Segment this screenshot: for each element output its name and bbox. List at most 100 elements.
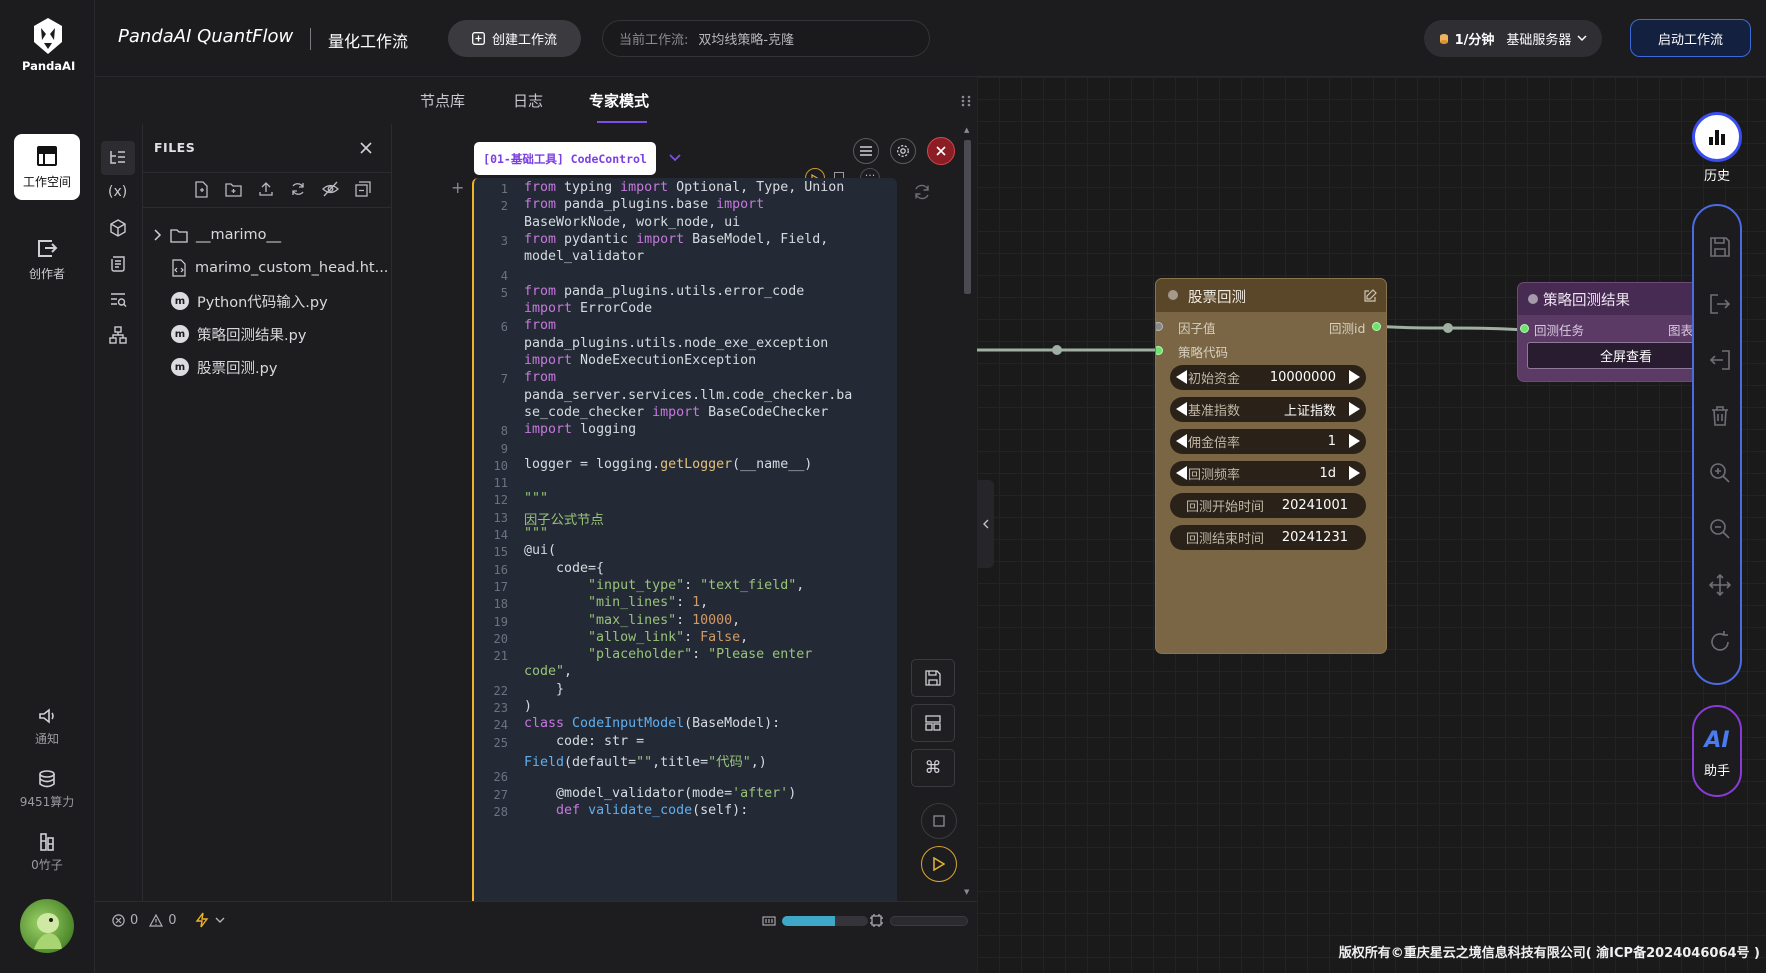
field-frequency[interactable]: 回测频率 1d xyxy=(1170,461,1366,486)
new-folder-icon[interactable] xyxy=(225,182,242,197)
refresh-icon[interactable] xyxy=(290,181,306,197)
fit-view-icon[interactable] xyxy=(1708,573,1732,597)
tree-item-html[interactable]: marimo_custom_head.ht... xyxy=(171,255,388,281)
tab-node-library[interactable]: 节点库 xyxy=(420,90,465,111)
scroll-up-icon[interactable]: ▲ xyxy=(964,126,969,134)
trash-icon[interactable] xyxy=(1708,404,1732,428)
chevron-down-icon[interactable] xyxy=(669,154,681,162)
nav-bamboo[interactable]: 0竹子 xyxy=(14,826,80,878)
scroll-icon[interactable] xyxy=(109,255,127,273)
decrement-arrow-icon[interactable] xyxy=(1176,434,1187,448)
cell-settings-button[interactable] xyxy=(890,138,916,164)
start-workflow-label: 启动工作流 xyxy=(1657,32,1723,48)
nav-workspace[interactable]: 工作空间 xyxy=(14,134,80,200)
eye-off-icon[interactable] xyxy=(322,181,339,197)
export-icon[interactable] xyxy=(1708,292,1732,316)
decrement-arrow-icon[interactable] xyxy=(1176,370,1187,384)
fullscreen-button[interactable]: 全屏查看 xyxy=(1527,342,1716,369)
file-tree-icon[interactable] xyxy=(109,149,127,167)
current-workflow-field[interactable]: 当前工作流: 双均线策略-克隆 xyxy=(602,20,930,57)
import-icon[interactable] xyxy=(1708,348,1732,372)
nav-notify[interactable]: 通知 xyxy=(14,700,80,752)
refresh-icon[interactable] xyxy=(913,183,931,201)
start-workflow-button[interactable]: 启动工作流 xyxy=(1630,19,1751,57)
field-commission[interactable]: 佣金倍率 1 xyxy=(1170,429,1366,454)
error-count[interactable]: 0 0 xyxy=(112,913,177,928)
port-strategy[interactable] xyxy=(1156,346,1163,355)
node-stock-backtest[interactable]: 股票回测 因子值 策略代码 回测id 初始资金 10000000 基准指数 上证指数… xyxy=(1155,278,1387,654)
field-value: 10000000 xyxy=(1269,370,1336,385)
field-initial-capital[interactable]: 初始资金 10000000 xyxy=(1170,365,1366,390)
reset-icon[interactable] xyxy=(1708,630,1732,654)
code-file-icon xyxy=(172,259,186,277)
editor-scrollbar[interactable]: ▲ ▼ xyxy=(961,124,974,901)
port-backtest-task[interactable] xyxy=(1520,324,1529,333)
collapse-all-icon[interactable] xyxy=(355,181,371,197)
ai-assistant-button[interactable]: AI 助手 xyxy=(1692,705,1742,797)
panda-logo-icon xyxy=(34,18,62,54)
tree-item-py[interactable]: m 股票回测.py xyxy=(171,354,277,380)
increment-arrow-icon[interactable] xyxy=(1349,402,1360,416)
upload-icon[interactable] xyxy=(258,181,274,197)
tab-log[interactable]: 日志 xyxy=(513,90,543,111)
package-icon[interactable] xyxy=(109,219,127,237)
scroll-down-icon[interactable]: ▼ xyxy=(964,888,969,896)
new-file-icon[interactable] xyxy=(193,181,209,198)
tree-item-folder[interactable]: __marimo__ xyxy=(153,222,281,248)
tree-item-label: __marimo__ xyxy=(196,227,281,243)
variables-icon[interactable]: (x) xyxy=(108,184,127,200)
network-icon[interactable] xyxy=(109,326,127,344)
port-factor[interactable] xyxy=(1156,322,1163,331)
field-end-date[interactable]: 回测结束时间 20241231 xyxy=(1170,525,1366,550)
runtime-mode[interactable] xyxy=(195,912,225,928)
history-button[interactable] xyxy=(1692,112,1742,162)
cell-menu-button[interactable] xyxy=(853,138,879,164)
cell-tag[interactable]: [01-基础工具] CodeControl xyxy=(474,142,656,175)
close-icon xyxy=(936,146,946,156)
zoom-out-icon[interactable] xyxy=(1708,517,1732,541)
tree-item-py[interactable]: m 策略回测结果.py xyxy=(171,321,306,347)
scroll-thumb[interactable] xyxy=(964,140,971,294)
server-select[interactable]: 1/分钟 基础服务器 xyxy=(1424,20,1602,57)
close-icon[interactable] xyxy=(360,142,372,154)
chevron-left-icon xyxy=(982,519,988,529)
tab-expert-mode[interactable]: 专家模式 xyxy=(589,90,649,111)
port-backtest-id[interactable] xyxy=(1372,322,1381,331)
code-text: from xyxy=(524,318,557,334)
code-text: "max_lines": 10000, xyxy=(588,612,741,628)
create-workflow-button[interactable]: 创建工作流 xyxy=(448,20,581,57)
code-editor[interactable]: 1 from typing import Optional, Type, Unio… xyxy=(472,178,897,901)
decrement-arrow-icon[interactable] xyxy=(1176,402,1187,416)
drag-handle-icon[interactable] xyxy=(961,95,971,107)
cell-delete-button[interactable] xyxy=(927,137,955,165)
nav-creator[interactable]: 创作者 xyxy=(14,226,80,292)
increment-arrow-icon[interactable] xyxy=(1349,466,1360,480)
node-backtest-result[interactable]: 策略回测结果 回测任务 图表 全屏查看 xyxy=(1517,282,1717,382)
text-search-icon[interactable] xyxy=(109,291,127,309)
increment-arrow-icon[interactable] xyxy=(1349,370,1360,384)
add-cell-icon[interactable]: + xyxy=(451,178,464,197)
decrement-arrow-icon[interactable] xyxy=(1176,466,1187,480)
save-button[interactable] xyxy=(911,659,955,697)
layout-button[interactable] xyxy=(911,704,955,742)
collapse-panel-button[interactable] xyxy=(977,480,994,568)
save-icon[interactable] xyxy=(1708,235,1732,259)
field-start-date[interactable]: 回测开始时间 20241001 xyxy=(1170,493,1366,518)
chevron-down-icon xyxy=(215,917,225,923)
line-number: 15 xyxy=(493,545,508,560)
field-label: 回测结束时间 xyxy=(1186,532,1265,547)
increment-arrow-icon[interactable] xyxy=(1349,434,1360,448)
zoom-in-icon[interactable] xyxy=(1708,461,1732,485)
cpu-icon xyxy=(870,914,883,927)
nav-compute[interactable]: 9451算力 xyxy=(14,763,80,815)
nav-compute-label: 9451算力 xyxy=(19,794,75,809)
code-text: } xyxy=(524,681,565,697)
tool-column: (x) xyxy=(95,124,143,901)
tree-item-py[interactable]: m Python代码输入.py xyxy=(171,288,328,314)
stop-all-button[interactable] xyxy=(921,803,957,839)
user-avatar[interactable] xyxy=(20,899,74,953)
command-button[interactable]: ⌘ xyxy=(911,749,955,787)
field-benchmark[interactable]: 基准指数 上证指数 xyxy=(1170,397,1366,422)
edit-icon[interactable] xyxy=(1363,289,1377,303)
run-all-button[interactable] xyxy=(921,846,957,882)
